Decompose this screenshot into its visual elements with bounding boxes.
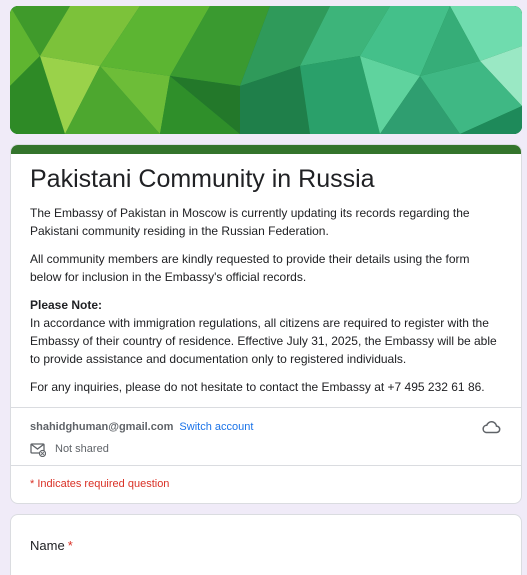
form-title: Pakistani Community in Russia [30,165,375,193]
account-row: shahidghuman@gmail.com Switch account [30,419,253,435]
shared-status-text: Not shared [55,443,109,455]
cloud-icon [482,421,501,434]
question-title: Name [30,538,65,553]
card-accent-bar [11,145,521,154]
form-description-contact: For any inquiries, please do not hesitat… [30,380,485,394]
form-description-request: All community members are kindly request… [30,252,470,284]
header-banner-image [10,6,522,134]
required-question-note: * Indicates required question [30,478,170,490]
form-description-intro: The Embassy of Pakistan in Moscow is cur… [30,206,470,238]
note-heading: Please Note: [30,298,103,312]
account-email: shahidghuman@gmail.com [30,421,174,433]
note-body: In accordance with immigration regulatio… [30,316,497,366]
divider [11,407,521,408]
question-label-name: Name * [30,537,73,555]
divider [11,465,521,466]
mail-not-shared-icon [30,443,46,457]
switch-account-link[interactable]: Switch account [179,421,253,433]
required-asterisk: * [67,538,73,553]
form-header-card: Pakistani Community in Russia The Embass… [10,144,522,504]
shared-status-row: Not shared [30,441,109,457]
question-card-name: Name * [10,514,522,575]
